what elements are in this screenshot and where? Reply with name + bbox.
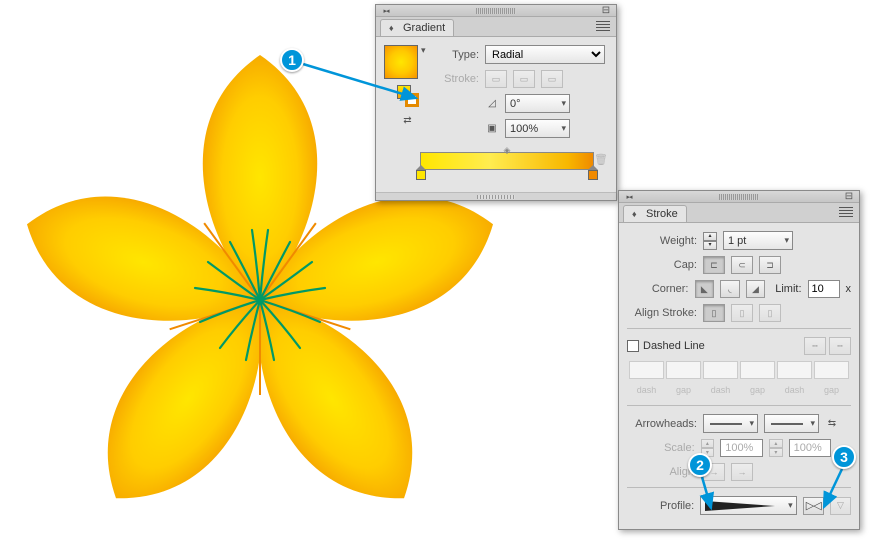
scale-label: Scale: [627,442,695,454]
dash-field-2 [703,361,738,379]
stroke-grad-mode-2: ▭ [513,70,535,88]
arrowheads-label: Arrowheads: [627,418,697,430]
reverse-gradient-icon[interactable]: ⇄ [401,113,415,127]
close-icon[interactable]: ⊟ [599,4,613,18]
dash-align-1-button: ┅ [804,337,826,355]
gap-field-3 [814,361,849,379]
dash-lbl-5: dash [777,381,812,399]
stroke-panel[interactable]: ⊟ ♦ Stroke Weight: ▴▾ 1 pt Cap: ⊏ ⊂ ⊐ Co… [618,190,860,530]
swap-arrowheads-icon[interactable]: ⇆ [825,417,839,431]
gradient-tab[interactable]: ♦ Gradient [380,19,454,36]
stroke-label: Stroke: [439,73,479,85]
panel-collapse-icon[interactable] [379,4,393,18]
midpoint-diamond-icon[interactable] [500,143,514,157]
gradient-ramp[interactable] [420,152,594,170]
dashed-line-checkbox[interactable]: Dashed Line [627,340,705,352]
chevron-icon: ♦ [632,209,642,219]
gradient-aspect-input[interactable]: 100% [505,119,570,138]
corner-round-button[interactable]: ◟ [720,280,740,298]
limit-unit: x [846,283,852,295]
corner-label: Corner: [627,283,689,295]
profile-label: Profile: [627,500,694,512]
width-profile-icon [705,501,775,511]
gap-field-1 [666,361,701,379]
callout-badge-3: 3 [832,445,856,469]
callout-badge-1: 1 [280,48,304,72]
stroke-grad-mode-1: ▭ [485,70,507,88]
type-label: Type: [439,49,479,61]
dash-field-3 [777,361,812,379]
angle-icon: ◿ [485,97,499,111]
close-icon[interactable]: ⊟ [842,190,856,204]
scale-a-field: 100% [720,439,763,457]
align-outside-button: ▯ [759,304,781,322]
dash-align-2-button: ┅ [829,337,851,355]
arrow-align-2-button: → [731,463,753,481]
arrowhead-start-select[interactable] [703,414,758,433]
stroke-grad-mode-3: ▭ [541,70,563,88]
panel-menu-icon[interactable] [596,21,610,31]
stroke-tab[interactable]: ♦ Stroke [623,205,687,222]
cap-butt-button[interactable]: ⊏ [703,256,725,274]
gradient-tab-label: Gradient [403,22,445,34]
dash-lbl-1: dash [629,381,664,399]
gradient-angle-input[interactable]: 0° [505,94,570,113]
chevron-icon: ♦ [389,23,399,33]
weight-input[interactable]: 1 pt [723,231,793,250]
aspect-icon: ▣ [485,122,499,136]
panel-menu-icon[interactable] [839,207,853,217]
align-stroke-label: Align Stroke: [627,307,697,319]
weight-stepper[interactable]: ▴▾ [703,232,717,250]
dash-field-1 [629,361,664,379]
limit-label: Limit: [775,283,801,295]
gradient-stop-right[interactable] [588,170,598,182]
flip-profile-v-button: ▽ [830,497,851,515]
callout-badge-2: 2 [688,453,712,477]
stroke-panel-header[interactable]: ⊟ [619,191,859,203]
dash-lbl-3: dash [703,381,738,399]
cap-label: Cap: [627,259,697,271]
cap-projecting-button[interactable]: ⊐ [759,256,781,274]
weight-label: Weight: [627,235,697,247]
gradient-stop-left[interactable] [416,170,426,182]
align-inside-button: ▯ [731,304,753,322]
fill-stroke-toggle[interactable] [397,85,419,107]
gradient-panel-resize[interactable] [376,192,616,200]
scale-b-field: 100% [789,439,832,457]
gradient-panel[interactable]: ⊟ ♦ Gradient ▾ ⇄ Type: [375,4,617,201]
profile-select[interactable] [700,496,796,515]
align-center-button[interactable]: ▯ [703,304,725,322]
gradient-swatch[interactable] [384,45,418,79]
flip-profile-button[interactable]: ▷◁ [803,497,824,515]
dash-lbl-2: gap [666,381,701,399]
miter-limit-input[interactable] [808,280,840,298]
panel-collapse-icon[interactable] [622,190,636,204]
corner-bevel-button[interactable]: ◢ [746,280,766,298]
delete-stop-icon[interactable] [594,152,608,166]
fill-box[interactable] [397,85,411,99]
align-label: Align: [627,466,697,478]
swatch-menu-icon[interactable]: ▾ [421,45,431,56]
scale-b-stepper: ▴▾ [769,439,783,457]
dash-lbl-4: gap [740,381,775,399]
corner-miter-button[interactable]: ◣ [695,280,715,298]
gradient-type-select[interactable]: Radial [485,45,605,64]
dash-lbl-6: gap [814,381,849,399]
arrowhead-end-select[interactable] [764,414,819,433]
stroke-tab-label: Stroke [646,208,678,220]
gap-field-2 [740,361,775,379]
cap-round-button[interactable]: ⊂ [731,256,753,274]
gradient-panel-header[interactable]: ⊟ [376,5,616,17]
